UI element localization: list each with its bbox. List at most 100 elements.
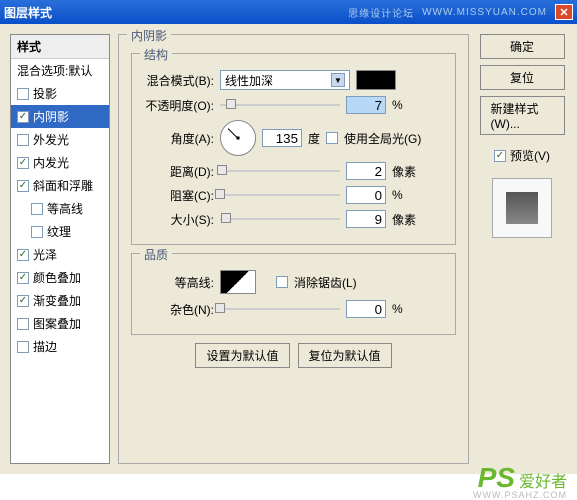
watermark-title: 思缘设计论坛 [348,5,414,20]
global-light-checkbox[interactable] [326,132,338,144]
noise-label: 杂色(N): [144,301,214,318]
style-item-8[interactable]: 光泽 [11,243,109,266]
antialias-label: 消除锯齿(L) [294,274,357,291]
style-item-0[interactable]: 混合选项:默认 [11,59,109,82]
noise-unit: % [392,302,403,316]
style-checkbox-3[interactable] [17,134,29,146]
style-item-7[interactable]: 纹理 [11,220,109,243]
style-item-9[interactable]: 颜色叠加 [11,266,109,289]
style-item-10[interactable]: 渐变叠加 [11,289,109,312]
style-item-5[interactable]: 斜面和浮雕 [11,174,109,197]
watermark-url: WWW.MISSYUAN.COM [422,7,547,18]
set-default-button[interactable]: 设置为默认值 [195,343,289,368]
style-item-12[interactable]: 描边 [11,335,109,358]
size-slider[interactable] [220,212,340,226]
style-item-11[interactable]: 图案叠加 [11,312,109,335]
angle-input[interactable] [262,129,302,147]
style-list: 样式 混合选项:默认投影内阴影外发光内发光斜面和浮雕等高线纹理光泽颜色叠加渐变叠… [10,34,110,464]
style-label-10: 渐变叠加 [33,292,81,309]
choke-slider[interactable] [220,188,340,202]
style-label-5: 斜面和浮雕 [33,177,93,194]
global-light-label: 使用全局光(G) [344,130,421,147]
preview-swatch [506,192,538,224]
chevron-down-icon: ▼ [331,73,345,87]
style-label-11: 图案叠加 [33,315,81,332]
style-checkbox-10[interactable] [17,295,29,307]
size-input[interactable] [346,210,386,228]
style-label-7: 纹理 [47,223,71,240]
style-checkbox-6[interactable] [31,203,43,215]
style-item-1[interactable]: 投影 [11,82,109,105]
style-checkbox-8[interactable] [17,249,29,261]
ok-button[interactable]: 确定 [480,34,565,59]
cancel-button[interactable]: 复位 [480,65,565,90]
structure-title: 结构 [140,46,172,63]
titlebar: 图层样式 思缘设计论坛 WWW.MISSYUAN.COM ✕ [0,0,577,24]
angle-dial[interactable] [220,120,256,156]
style-label-3: 外发光 [33,131,69,148]
style-label-2: 内阴影 [33,108,69,125]
close-button[interactable]: ✕ [555,4,573,20]
ps-text: 爱好者 [519,468,567,492]
choke-input[interactable] [346,186,386,204]
style-checkbox-2[interactable] [17,111,29,123]
opacity-unit: % [392,98,403,112]
style-checkbox-9[interactable] [17,272,29,284]
contour-label: 等高线: [144,274,214,291]
footer-url: WWW.PSAHZ.COM [473,490,567,500]
style-checkbox-12[interactable] [17,341,29,353]
style-item-4[interactable]: 内发光 [11,151,109,174]
noise-input[interactable] [346,300,386,318]
opacity-slider[interactable] [220,98,340,112]
distance-label: 距离(D): [144,163,214,180]
contour-picker[interactable] [220,270,256,294]
size-label: 大小(S): [144,211,214,228]
choke-label: 阻塞(C): [144,187,214,204]
style-item-3[interactable]: 外发光 [11,128,109,151]
style-label-0: 混合选项:默认 [17,62,92,79]
style-checkbox-5[interactable] [17,180,29,192]
style-checkbox-11[interactable] [17,318,29,330]
main-content: 样式 混合选项:默认投影内阴影外发光内发光斜面和浮雕等高线纹理光泽颜色叠加渐变叠… [0,24,577,474]
style-checkbox-7[interactable] [31,226,43,238]
style-label-4: 内发光 [33,154,69,171]
style-item-6[interactable]: 等高线 [11,197,109,220]
style-label-9: 颜色叠加 [33,269,81,286]
style-checkbox-1[interactable] [17,88,29,100]
window-title: 图层样式 [4,4,52,21]
preview-label: 预览(V) [510,147,550,164]
choke-unit: % [392,188,403,202]
distance-input[interactable] [346,162,386,180]
center-panel: 内阴影 结构 混合模式(B): 线性加深 ▼ 不透明度(O): [118,34,469,464]
quality-group: 品质 等高线: 消除锯齿(L) 杂色(N): % [131,253,456,335]
antialias-checkbox[interactable] [276,276,288,288]
panel-title: 内阴影 [127,27,171,44]
opacity-input[interactable] [346,96,386,114]
right-panel: 确定 复位 新建样式(W)... 预览(V) [477,34,567,464]
quality-title: 品质 [140,246,172,263]
angle-label: 角度(A): [144,130,214,147]
blend-mode-label: 混合模式(B): [144,72,214,89]
blend-mode-value: 线性加深 [225,72,273,89]
style-list-header: 样式 [11,35,109,59]
style-item-2[interactable]: 内阴影 [11,105,109,128]
preview-box [492,178,552,238]
style-label-8: 光泽 [33,246,57,263]
style-label-6: 等高线 [47,200,83,217]
distance-slider[interactable] [220,164,340,178]
distance-unit: 像素 [392,163,416,180]
structure-group: 结构 混合模式(B): 线性加深 ▼ 不透明度(O): % [131,53,456,245]
angle-unit: 度 [308,130,320,147]
style-checkbox-4[interactable] [17,157,29,169]
size-unit: 像素 [392,211,416,228]
opacity-label: 不透明度(O): [144,97,214,114]
preview-checkbox[interactable] [494,150,506,162]
new-style-button[interactable]: 新建样式(W)... [480,96,565,135]
reset-default-button[interactable]: 复位为默认值 [298,343,392,368]
noise-slider[interactable] [220,302,340,316]
blend-mode-dropdown[interactable]: 线性加深 ▼ [220,70,350,90]
inner-shadow-group: 内阴影 结构 混合模式(B): 线性加深 ▼ 不透明度(O): [118,34,469,464]
style-label-12: 描边 [33,338,57,355]
style-label-1: 投影 [33,85,57,102]
color-swatch[interactable] [356,70,396,90]
